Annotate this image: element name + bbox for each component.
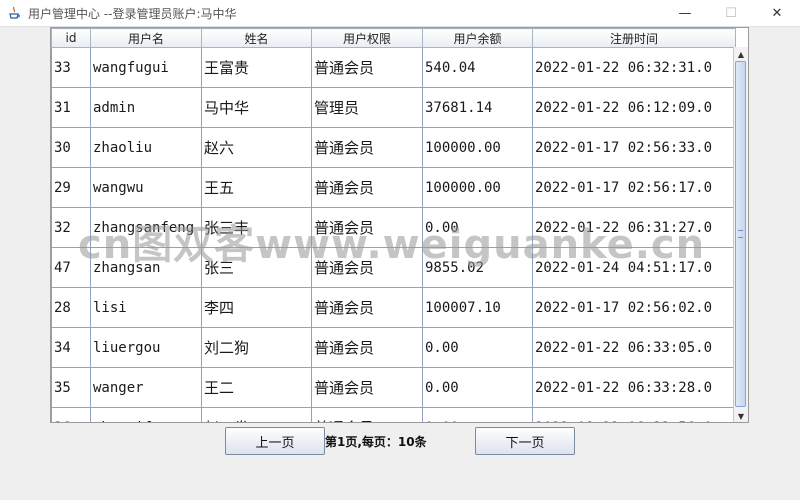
table-row[interactable]: 32 zhangsanfeng 张三丰 普通会员 0.00 2022-01-22…: [51, 207, 736, 248]
cell-register-time[interactable]: 2022-01-17 02:56:17.0: [532, 167, 736, 208]
cell-balance[interactable]: 100007.10: [422, 287, 533, 328]
cell-balance[interactable]: 100000.00: [422, 167, 533, 208]
cell-balance[interactable]: 0.00: [422, 207, 533, 248]
cell-register-time[interactable]: 2022-01-22 06:32:31.0: [532, 47, 736, 88]
cell-id[interactable]: 32: [51, 207, 91, 248]
java-icon: [6, 5, 22, 21]
table-header: id 用户名 姓名 用户权限 用户余额 注册时间: [51, 28, 736, 48]
scrollbar-thumb[interactable]: [735, 61, 746, 407]
table-row[interactable]: 29 wangwu 王五 普通会员 100000.00 2022-01-17 0…: [51, 167, 736, 208]
title-bar[interactable]: 用户管理中心 --登录管理员账户:马中华 — ☐ ✕: [0, 0, 800, 27]
window-title: 用户管理中心 --登录管理员账户:马中华: [28, 6, 237, 21]
cell-register-time[interactable]: 2022-01-22 06:12:09.0: [532, 87, 736, 128]
cell-permission[interactable]: 普通会员: [311, 127, 423, 168]
column-header-name[interactable]: 姓名: [201, 28, 312, 48]
cell-name[interactable]: 王二: [201, 367, 312, 408]
cell-name[interactable]: 张三: [201, 247, 312, 288]
table-row[interactable]: 36 zhaoyifa 赵一发 普通会员 0.00 2022-01-22 06:…: [51, 407, 736, 422]
minimize-button[interactable]: —: [662, 0, 708, 26]
cell-balance[interactable]: 0.00: [422, 367, 533, 408]
cell-balance[interactable]: 100000.00: [422, 127, 533, 168]
cell-register-time[interactable]: 2022-01-22 06:33:05.0: [532, 327, 736, 368]
cell-username[interactable]: zhangsan: [90, 247, 202, 288]
cell-id[interactable]: 34: [51, 327, 91, 368]
cell-register-time[interactable]: 2022-01-24 04:51:17.0: [532, 247, 736, 288]
cell-username[interactable]: liuergou: [90, 327, 202, 368]
user-table[interactable]: id 用户名 姓名 用户权限 用户余额 注册时间 33 wangfugui 王富…: [51, 28, 736, 422]
cell-name[interactable]: 刘二狗: [201, 327, 312, 368]
cell-register-time[interactable]: 2022-01-22 06:31:27.0: [532, 207, 736, 248]
window-controls: — ☐ ✕: [662, 0, 800, 26]
cell-permission[interactable]: 普通会员: [311, 47, 423, 88]
page-info: 第1页,每页：10条: [325, 435, 427, 449]
cell-permission[interactable]: 普通会员: [311, 167, 423, 208]
cell-name[interactable]: 赵一发: [201, 407, 312, 422]
content-area: id 用户名 姓名 用户权限 用户余额 注册时间 33 wangfugui 王富…: [0, 27, 800, 500]
prev-page-button[interactable]: 上一页: [225, 427, 325, 455]
cell-username[interactable]: wangfugui: [90, 47, 202, 88]
cell-balance[interactable]: 37681.14: [422, 87, 533, 128]
cell-name[interactable]: 王富贵: [201, 47, 312, 88]
cell-permission[interactable]: 普通会员: [311, 287, 423, 328]
cell-permission[interactable]: 普通会员: [311, 367, 423, 408]
vertical-scrollbar[interactable]: ▲ ▼: [733, 47, 748, 422]
cell-register-time[interactable]: 2022-01-22 06:33:56.0: [532, 407, 736, 422]
arrow-down-icon[interactable]: ▼: [734, 409, 748, 422]
column-header-username[interactable]: 用户名: [90, 28, 202, 48]
column-header-permission[interactable]: 用户权限: [311, 28, 423, 48]
column-header-balance[interactable]: 用户余额: [422, 28, 533, 48]
cell-username[interactable]: wangwu: [90, 167, 202, 208]
table-row[interactable]: 31 admin 马中华 管理员 37681.14 2022-01-22 06:…: [51, 87, 736, 128]
app-window: 用户管理中心 --登录管理员账户:马中华 — ☐ ✕ id 用户名 姓名 用户权…: [0, 0, 800, 500]
user-table-scrollpane[interactable]: id 用户名 姓名 用户权限 用户余额 注册时间 33 wangfugui 王富…: [50, 27, 749, 423]
cell-balance[interactable]: 540.04: [422, 47, 533, 88]
cell-permission[interactable]: 普通会员: [311, 327, 423, 368]
grip-icon: [738, 230, 743, 238]
cell-permission[interactable]: 普通会员: [311, 207, 423, 248]
cell-permission[interactable]: 普通会员: [311, 247, 423, 288]
cell-username[interactable]: zhaoyifa: [90, 407, 202, 422]
table-body: 33 wangfugui 王富贵 普通会员 540.04 2022-01-22 …: [51, 47, 736, 422]
cell-name[interactable]: 赵六: [201, 127, 312, 168]
cell-id[interactable]: 33: [51, 47, 91, 88]
cell-id[interactable]: 47: [51, 247, 91, 288]
next-page-button[interactable]: 下一页: [475, 427, 575, 455]
cell-register-time[interactable]: 2022-01-17 02:56:33.0: [532, 127, 736, 168]
table-row[interactable]: 33 wangfugui 王富贵 普通会员 540.04 2022-01-22 …: [51, 47, 736, 88]
table-row[interactable]: 28 lisi 李四 普通会员 100007.10 2022-01-17 02:…: [51, 287, 736, 328]
cell-name[interactable]: 张三丰: [201, 207, 312, 248]
column-header-register-time[interactable]: 注册时间: [532, 28, 736, 48]
cell-username[interactable]: admin: [90, 87, 202, 128]
cell-name[interactable]: 马中华: [201, 87, 312, 128]
cell-id[interactable]: 35: [51, 367, 91, 408]
cell-id[interactable]: 29: [51, 167, 91, 208]
cell-register-time[interactable]: 2022-01-22 06:33:28.0: [532, 367, 736, 408]
table-row[interactable]: 47 zhangsan 张三 普通会员 9855.02 2022-01-24 0…: [51, 247, 736, 288]
table-row[interactable]: 34 liuergou 刘二狗 普通会员 0.00 2022-01-22 06:…: [51, 327, 736, 368]
cell-username[interactable]: wanger: [90, 367, 202, 408]
cell-permission[interactable]: 普通会员: [311, 407, 423, 422]
cell-balance[interactable]: 0.00: [422, 407, 533, 422]
cell-balance[interactable]: 9855.02: [422, 247, 533, 288]
column-header-id[interactable]: id: [51, 28, 91, 48]
cell-id[interactable]: 28: [51, 287, 91, 328]
cell-balance[interactable]: 0.00: [422, 327, 533, 368]
cell-id[interactable]: 36: [51, 407, 91, 422]
table-row[interactable]: 35 wanger 王二 普通会员 0.00 2022-01-22 06:33:…: [51, 367, 736, 408]
table-row[interactable]: 30 zhaoliu 赵六 普通会员 100000.00 2022-01-17 …: [51, 127, 736, 168]
maximize-button[interactable]: ☐: [708, 0, 754, 26]
cell-name[interactable]: 王五: [201, 167, 312, 208]
close-button[interactable]: ✕: [754, 0, 800, 26]
cell-id[interactable]: 30: [51, 127, 91, 168]
pagination-bar: 上一页 第1页,每页：10条 下一页: [0, 425, 800, 457]
cell-id[interactable]: 31: [51, 87, 91, 128]
arrow-up-icon[interactable]: ▲: [734, 47, 748, 61]
cell-username[interactable]: lisi: [90, 287, 202, 328]
cell-name[interactable]: 李四: [201, 287, 312, 328]
cell-permission[interactable]: 管理员: [311, 87, 423, 128]
cell-username[interactable]: zhaoliu: [90, 127, 202, 168]
cell-username[interactable]: zhangsanfeng: [90, 207, 202, 248]
cell-register-time[interactable]: 2022-01-17 02:56:02.0: [532, 287, 736, 328]
